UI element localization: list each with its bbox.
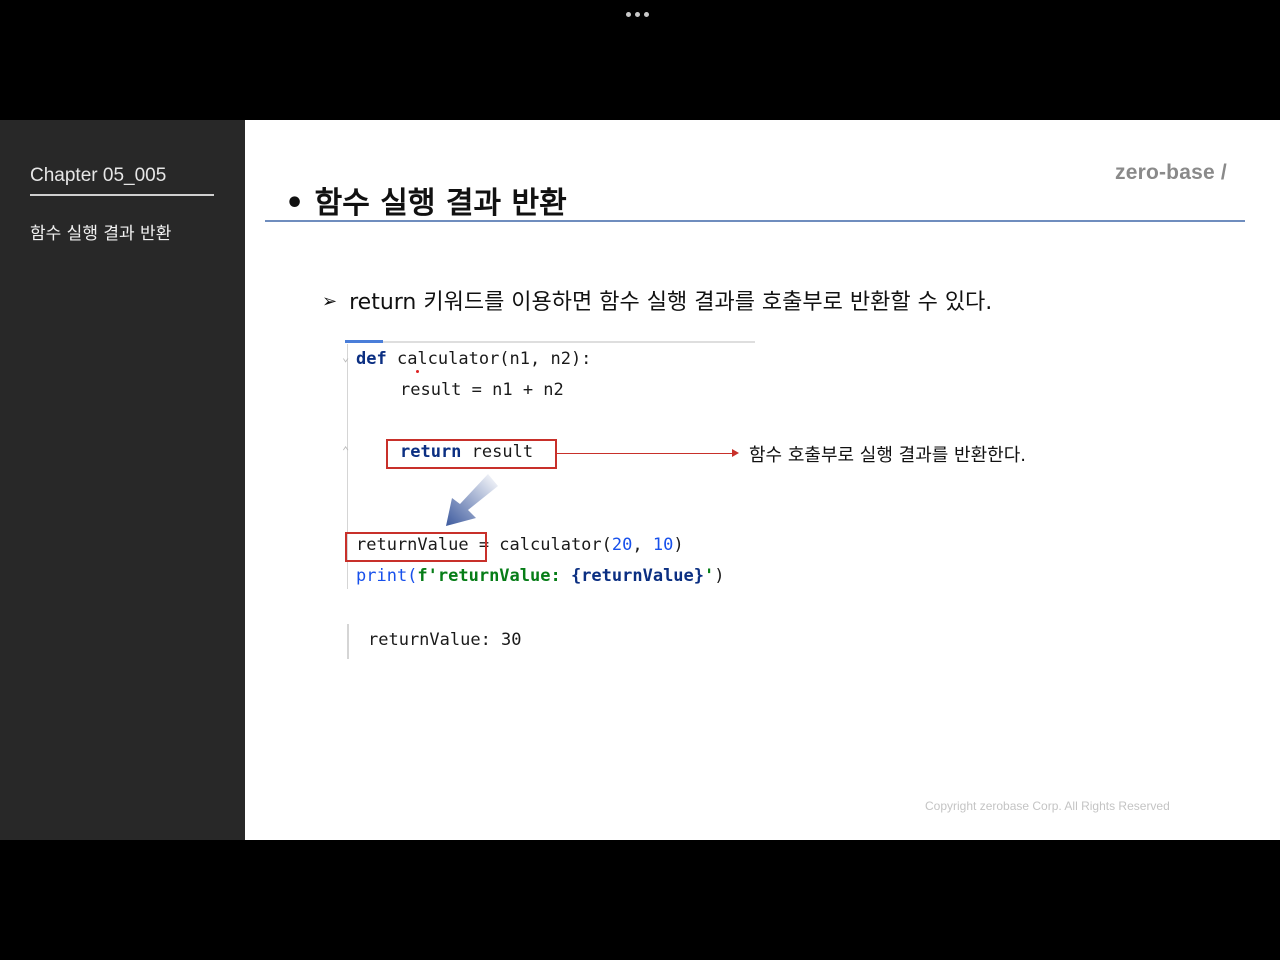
bottom-bar [0,840,1280,960]
fold-end-icon: ⌃ [342,444,350,458]
returnvalue-highlight-box [345,532,487,562]
return-highlight-box [386,439,557,469]
code-line-print: print(f'returnValue: {returnValue}') [356,566,725,586]
bullet-text: return 키워드를 이용하면 함수 실행 결과를 호출부로 반환할 수 있다… [349,290,993,315]
top-bar [0,0,1280,120]
sidebar-section-title: 함수 실행 결과 반환 [30,224,172,244]
code-line-assign: result = n1 + n2 [400,380,564,400]
output-gutter [347,624,349,659]
console-output: returnValue: 30 [368,630,522,650]
code-line-def: def calculator(n1, n2): [356,349,592,369]
annotation-arrow [555,453,735,454]
annotation-arrowhead-icon [732,449,739,457]
chapter-divider [30,194,214,196]
slide-title: • 함수 실행 결과 반환 [285,186,567,221]
code-editor-tab-indicator [345,340,383,343]
brand-logo: zero-base / [1115,161,1227,184]
title-divider [265,220,1245,222]
code-editor-topbar [345,341,755,343]
down-left-arrow-icon [446,474,498,526]
annotation-text: 함수 호출부로 실행 결과를 반환한다. [749,445,1027,466]
bullet-arrow-icon: ➢ [322,291,338,312]
chapter-label: Chapter 05_005 [30,165,167,186]
cursor-marker [416,370,419,373]
bullet-point: ➢ return 키워드를 이용하면 함수 실행 결과를 호출부로 반환할 수 있… [322,284,992,316]
fold-marker-icon: ⌄ [342,350,350,364]
copyright-text: Copyright zerobase Corp. All Rights Rese… [925,799,1170,813]
more-options-icon[interactable] [626,12,649,17]
slide-canvas [245,120,1280,840]
